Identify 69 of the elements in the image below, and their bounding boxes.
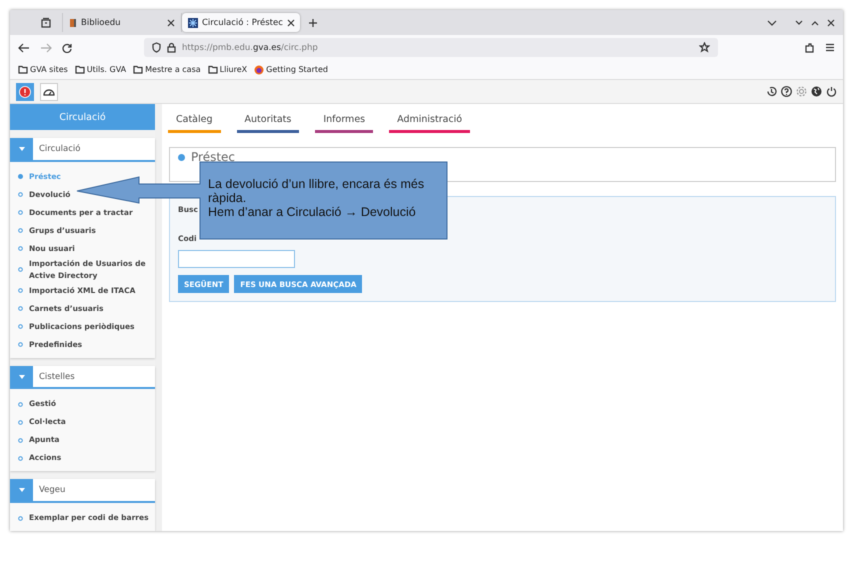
browser-tab[interactable]: Biblioedu	[63, 13, 181, 32]
site-logo-icon	[188, 18, 198, 28]
ring-icon	[18, 324, 23, 330]
ring-icon	[18, 438, 23, 443]
ring-icon	[18, 267, 23, 272]
tab-overview-icon[interactable]	[40, 16, 52, 28]
nav-tab[interactable]: Autoritats	[236, 114, 300, 133]
section-header[interactable]: Cistelles	[10, 366, 155, 390]
ring-icon	[18, 420, 23, 425]
tab-list-icon[interactable]	[767, 18, 777, 26]
folder-icon	[74, 65, 85, 74]
bookmark[interactable]: Mestre a casa	[133, 65, 201, 74]
power-icon[interactable]	[826, 86, 837, 97]
ring-icon	[18, 210, 23, 216]
section-header[interactable]: Vegeu	[10, 479, 155, 503]
ring-icon	[18, 306, 23, 312]
bookmark[interactable]: LliureX	[208, 65, 248, 74]
ring-icon	[18, 288, 23, 294]
history-icon[interactable]	[766, 86, 777, 97]
minimize-icon[interactable]	[795, 18, 803, 26]
filled-dot-icon	[18, 174, 23, 180]
book-icon	[69, 18, 77, 28]
ring-icon	[18, 402, 23, 407]
settings-icon[interactable]	[796, 86, 807, 97]
nav-tab[interactable]: Informes	[315, 114, 374, 133]
panel-title: Préstec	[191, 150, 236, 164]
lock-icon	[167, 42, 176, 53]
ring-icon	[18, 192, 23, 198]
caret-icon	[18, 488, 24, 492]
close-icon[interactable]	[286, 18, 295, 26]
new-tab-icon[interactable]	[308, 18, 318, 28]
gauge-icon	[43, 86, 55, 96]
bookmark[interactable]: Getting Started	[254, 64, 328, 74]
back-icon[interactable]	[18, 42, 30, 52]
dashboard-button[interactable]	[40, 82, 58, 100]
menu-icon[interactable]	[825, 43, 835, 52]
nav-tab[interactable]: Administració	[389, 114, 470, 133]
ring-icon	[18, 246, 23, 252]
reload-icon[interactable]	[62, 42, 72, 52]
browser-tab[interactable]: Circulació : Préstec	[182, 13, 300, 32]
globe-icon[interactable]	[811, 86, 822, 97]
caret-icon	[18, 374, 24, 379]
bookmark[interactable]: GVA sites	[18, 65, 68, 74]
bullet-icon	[178, 154, 185, 161]
alert-button[interactable]	[16, 82, 34, 100]
nav-tab[interactable]: Catàleg	[168, 114, 221, 133]
close-icon[interactable]	[827, 18, 835, 26]
maximize-icon[interactable]	[811, 18, 819, 26]
input-field[interactable]	[178, 250, 295, 268]
caret-icon	[18, 146, 24, 151]
ring-icon	[18, 456, 23, 461]
folder-icon	[18, 65, 28, 74]
bookmark[interactable]: Utils. GVA	[74, 65, 126, 74]
section-header[interactable]: Circulació	[10, 138, 155, 162]
folder-icon	[133, 65, 144, 74]
ring-icon	[18, 228, 23, 234]
callout-text: Hem d’anar a Circulació → Devolució	[208, 205, 417, 219]
extensions-icon[interactable]	[804, 42, 815, 53]
alert-icon	[19, 86, 31, 98]
folder-icon	[208, 65, 218, 74]
shield-icon	[152, 42, 161, 53]
callout-text: La devolució d’un llibre, encara és més ràpida.	[208, 177, 426, 205]
browser-logo-icon	[254, 64, 264, 74]
bookmark-star-icon[interactable]	[699, 42, 710, 53]
ring-icon	[18, 342, 23, 348]
close-icon[interactable]	[167, 18, 175, 26]
ring-icon	[18, 516, 23, 520]
help-icon[interactable]	[781, 86, 792, 97]
address-bar[interactable]: https://pmb.edu.gva.es/circ.php	[144, 38, 718, 57]
